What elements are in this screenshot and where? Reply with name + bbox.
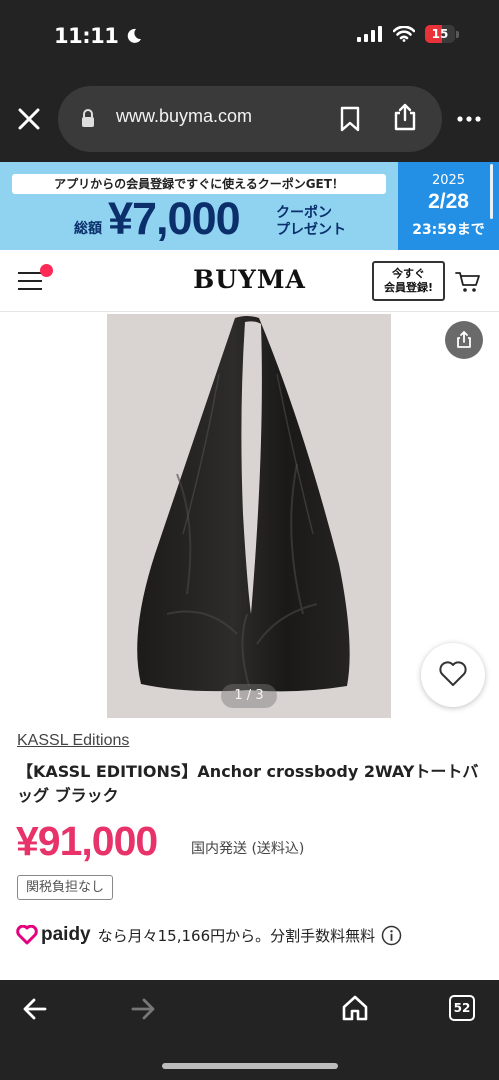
product-price: ¥91,000 (16, 818, 158, 864)
banner-top-text: アプリからの会員登録ですぐに使えるクーポンGET！ (12, 174, 386, 194)
moon-icon (127, 28, 142, 43)
url-text: www.buyma.com (116, 106, 253, 126)
image-counter: 1 / 3 (221, 684, 277, 708)
tax-badge: 関税負担なし (17, 875, 114, 900)
banner-coupon-line2: プレゼント (276, 222, 346, 238)
paidy-text: なら月々15,166円から。分割手数料無料 (97, 926, 376, 945)
lock-icon (82, 109, 94, 127)
tab-count: 52 (453, 1001, 471, 1015)
banner-coupon-text: クーポン プレゼント (276, 205, 346, 239)
banner-date: 2/28 (428, 190, 469, 213)
banner-amount: ¥7,000 (108, 193, 241, 244)
register-button[interactable]: 今すぐ 会員登録! (372, 261, 445, 301)
battery-level: 15 (431, 27, 449, 41)
banner-total-label: 総額 (74, 221, 102, 237)
register-line2: 会員登録! (383, 281, 434, 294)
close-icon[interactable] (15, 105, 43, 133)
heart-icon[interactable] (421, 643, 485, 707)
home-icon[interactable] (341, 994, 369, 1022)
paidy-logo: paidy (16, 924, 91, 946)
tabs-icon[interactable]: 52 (449, 995, 475, 1021)
product-content: 1 / 3 KASSL Editions 【KASSL EDITIONS】Anc… (0, 312, 499, 980)
browser-bar: www.buyma.com (0, 78, 499, 162)
forward-arrow-icon[interactable] (130, 997, 156, 1021)
battery-icon: 15 (425, 25, 459, 43)
bag-illustration (137, 316, 350, 692)
signal-icon (357, 26, 382, 42)
wifi-icon (393, 26, 415, 42)
bookmark-icon[interactable] (339, 105, 361, 133)
scrollbar (490, 164, 493, 219)
info-icon[interactable] (381, 925, 402, 946)
coupon-banner[interactable]: アプリからの会員登録ですぐに使えるクーポンGET！ 総額 ¥7,000 クーポン… (0, 162, 499, 250)
brand-link[interactable]: KASSL Editions (17, 732, 129, 750)
banner-main: アプリからの会員登録ですぐに使えるクーポンGET！ 総額 ¥7,000 クーポン… (0, 162, 398, 250)
address-bar[interactable]: www.buyma.com (58, 86, 442, 152)
more-icon[interactable] (457, 115, 481, 123)
status-time: 11:11 (54, 24, 142, 48)
paidy-brand: paidy (41, 924, 91, 945)
time-text: 11:11 (54, 24, 119, 48)
status-bar: 11:11 15 (0, 0, 499, 78)
share-icon[interactable] (445, 321, 483, 359)
paidy-row[interactable]: paidy なら月々15,166円から。分割手数料無料 (16, 924, 402, 946)
home-indicator (162, 1063, 338, 1069)
banner-deadline-box: 2025 2/28 23:59まで (398, 162, 499, 250)
product-image[interactable] (107, 314, 391, 718)
banner-coupon-line1: クーポン (276, 205, 332, 221)
shipping-info: 国内発送 (送料込) (191, 841, 305, 857)
back-arrow-icon[interactable] (22, 997, 48, 1021)
status-indicators: 15 (357, 25, 459, 43)
paidy-logo-icon (16, 925, 38, 945)
banner-year: 2025 (431, 173, 466, 188)
site-header: BUYMA 今すぐ 会員登録! (0, 250, 499, 312)
browser-toolbar: 52 (0, 980, 499, 1080)
product-title: 【KASSL EDITIONS】Anchor crossbody 2WAYトート… (17, 762, 479, 805)
register-line1: 今すぐ (392, 267, 425, 280)
cart-icon[interactable] (455, 270, 481, 294)
share-icon[interactable] (393, 102, 417, 132)
banner-deadline: 23:59まで (412, 222, 485, 238)
